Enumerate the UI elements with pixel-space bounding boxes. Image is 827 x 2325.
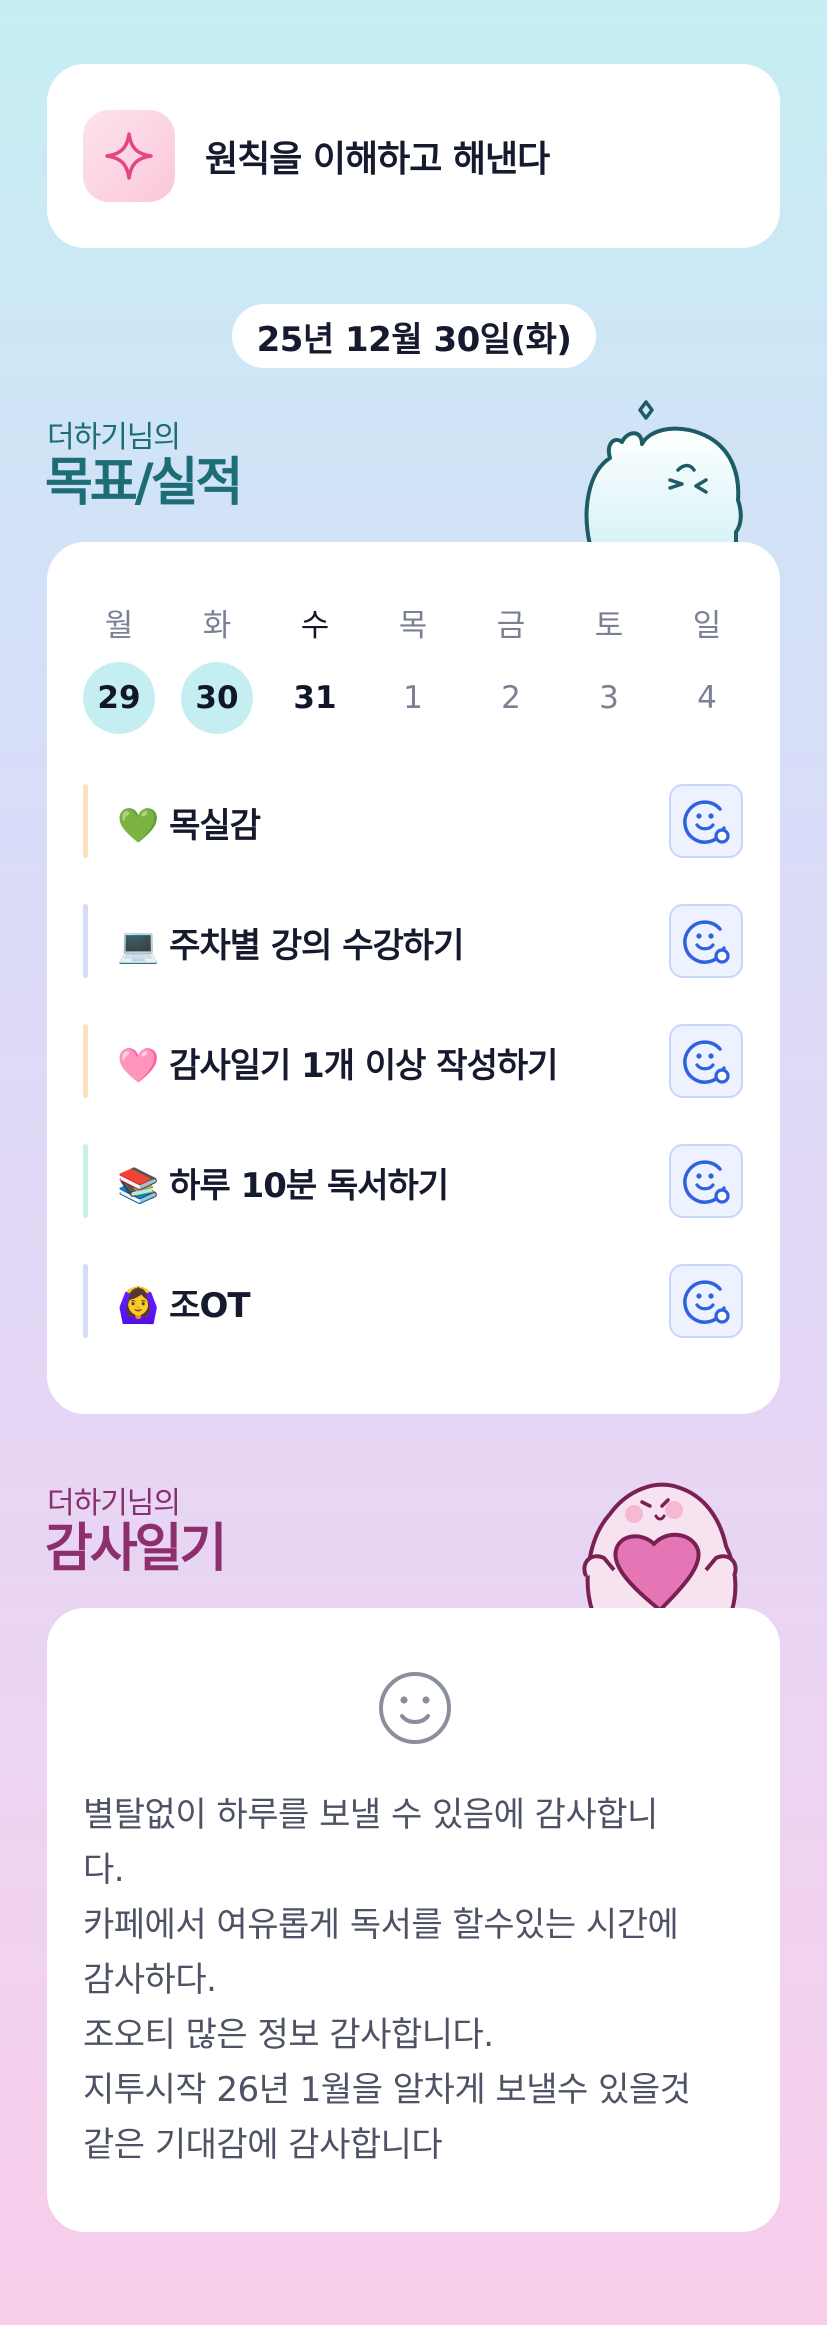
- goal-label: 💻 주차별 강의 수강하기: [117, 926, 464, 966]
- goal-check-button[interactable]: [669, 1024, 743, 1098]
- goal-check-button[interactable]: [669, 904, 743, 978]
- goal-color-bar: [83, 1264, 88, 1338]
- weekday-wed: 수: [300, 608, 330, 644]
- gratitude-title: 감사일기: [45, 1519, 227, 1579]
- date-3[interactable]: 3: [573, 662, 645, 734]
- mascot-thumbs-up-illustration: [584, 400, 743, 545]
- weekday-mon: 월: [104, 608, 134, 644]
- principle-card: 원칙을 이해하고 해낸다: [47, 64, 780, 248]
- goals-card: 월 화 수 목 금 토 일 29 30 31 1 2 3 4 💚 목실감 💻 주…: [47, 542, 780, 1414]
- smile-face-check-icon: [683, 1160, 730, 1204]
- sparkle-icon-box: [83, 110, 175, 202]
- weekday-thu: 목: [398, 608, 428, 644]
- date-30[interactable]: 30: [181, 662, 253, 734]
- goal-color-bar: [83, 904, 88, 978]
- goal-check-button[interactable]: [669, 784, 743, 858]
- goal-label: 💚 목실감: [117, 806, 261, 846]
- smile-face-icon: [379, 1672, 451, 1744]
- goal-label: 🙆‍♀️ 조OT: [117, 1286, 251, 1326]
- date-1[interactable]: 1: [377, 662, 449, 734]
- goal-color-bar: [83, 784, 88, 858]
- gratitude-card: 별탈없이 하루를 보낼 수 있음에 감사합니 다. 카페에서 여유롭게 독서를 …: [47, 1608, 780, 2232]
- date-29[interactable]: 29: [83, 662, 155, 734]
- goal-item: 🙆‍♀️ 조OT: [83, 1264, 743, 1338]
- goals-title: 목표/실적: [45, 453, 243, 513]
- smile-face-check-icon: [683, 920, 730, 964]
- date-2[interactable]: 2: [475, 662, 547, 734]
- goal-item: 💻 주차별 강의 수강하기: [83, 904, 743, 978]
- principle-text: 원칙을 이해하고 해낸다: [205, 139, 550, 180]
- goal-color-bar: [83, 1144, 88, 1218]
- gratitude-text: 별탈없이 하루를 보낼 수 있음에 감사합니 다. 카페에서 여유롭게 독서를 …: [83, 1795, 691, 2165]
- sparkle-icon: [105, 132, 153, 180]
- goal-color-bar: [83, 1024, 88, 1098]
- smile-face-check-icon: [683, 1280, 730, 1324]
- goal-check-button[interactable]: [669, 1144, 743, 1218]
- goal-label: 🩷 감사일기 1개 이상 작성하기: [117, 1046, 558, 1086]
- goal-check-button[interactable]: [669, 1264, 743, 1338]
- date-31[interactable]: 31: [279, 662, 351, 734]
- weekday-tue: 화: [202, 608, 232, 644]
- goal-item: 📚 하루 10분 독서하기: [83, 1144, 743, 1218]
- weekday-sat: 토: [594, 608, 624, 644]
- weekday-fri: 금: [496, 608, 526, 644]
- goal-item: 🩷 감사일기 1개 이상 작성하기: [83, 1024, 743, 1098]
- weekday-sun: 일: [692, 608, 722, 644]
- goal-label: 📚 하루 10분 독서하기: [117, 1166, 449, 1206]
- date-selector[interactable]: 25년 12월 30일(화): [232, 304, 596, 368]
- smile-face-check-icon: [683, 800, 730, 844]
- goal-item: 💚 목실감: [83, 784, 743, 858]
- mascot-heart-hug-illustration: [582, 1482, 738, 1610]
- date-4[interactable]: 4: [671, 662, 743, 734]
- smile-face-check-icon: [683, 1040, 730, 1084]
